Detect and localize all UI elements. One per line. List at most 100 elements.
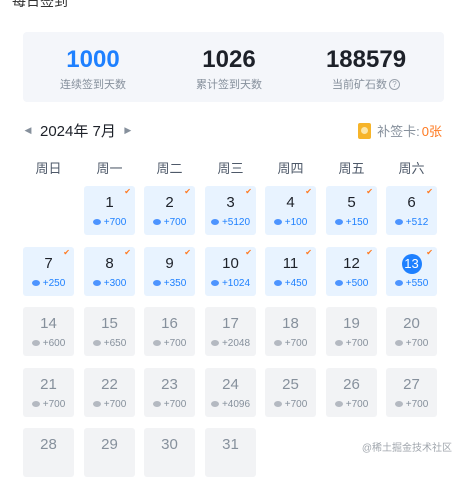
day-number: 19 [343, 315, 360, 332]
day-cell[interactable]: 22 +700 [84, 368, 135, 417]
day-points: +500 [345, 278, 369, 289]
ore-icon [31, 401, 40, 407]
makeup-card[interactable]: 补签卡: 0张 [358, 121, 442, 140]
next-month-icon[interactable]: ▶ [122, 125, 134, 136]
day-points: +450 [284, 278, 308, 289]
day-number: 6 [407, 194, 416, 211]
makeup-card-count: 0张 [421, 124, 442, 139]
day-cell[interactable]: 14 +600 [23, 307, 74, 356]
check-icon: ✔ [245, 248, 252, 257]
day-cell[interactable]: 18 +700 [265, 307, 316, 356]
day-number: 28 [40, 436, 57, 453]
ore-icon [394, 280, 403, 286]
day-cell[interactable]: 8 +300 ✔ [84, 247, 135, 296]
check-icon: ✔ [245, 187, 252, 196]
ore-icon [210, 280, 219, 286]
day-number: 7 [44, 255, 53, 272]
day-cell[interactable]: 7 +250 ✔ [23, 247, 74, 296]
weekday-label: 周三 [217, 161, 244, 176]
ore-icon [273, 280, 282, 286]
day-number: 8 [105, 255, 114, 272]
day-number: 4 [286, 194, 295, 211]
weekday-label: 周六 [398, 161, 425, 176]
ore-icon [152, 401, 161, 407]
day-points: +300 [103, 278, 127, 289]
ore-icon [273, 340, 282, 346]
day-cell[interactable]: 1 +700 ✔ [84, 186, 135, 235]
day-cell[interactable]: 24 +4096 [205, 368, 256, 417]
weekday-label: 周二 [156, 161, 183, 176]
day-number: 23 [161, 376, 178, 393]
day-cell[interactable]: 15 +650 [84, 307, 135, 356]
ore-icon [394, 401, 403, 407]
day-cell[interactable]: 16 +700 [144, 307, 195, 356]
day-number: 3 [226, 194, 235, 211]
ore-icon [273, 401, 282, 407]
day-cell[interactable]: 10 +1024 ✔ [205, 247, 256, 296]
check-icon: ✔ [184, 248, 191, 257]
day-number: 30 [161, 436, 178, 453]
day-number: 31 [222, 436, 239, 453]
day-cell[interactable]: 5 +150 ✔ [326, 186, 377, 235]
ore-icon [92, 340, 101, 346]
day-cell[interactable]: 2 +700 ✔ [144, 186, 195, 235]
today-badge: 13 [401, 254, 422, 274]
day-cell[interactable]: 27 +700 [386, 368, 437, 417]
day-cell[interactable]: 26 +700 [326, 368, 377, 417]
day-points: +700 [345, 338, 369, 349]
day-cell[interactable]: 28 [23, 428, 74, 477]
day-cell[interactable]: 6 +512 ✔ [386, 186, 437, 235]
day-number: 25 [282, 376, 299, 393]
day-number: 10 [222, 255, 239, 272]
day-cell[interactable]: 17 +2048 [205, 307, 256, 356]
day-cell[interactable]: 31 [205, 428, 256, 477]
day-cell[interactable]: 9 +350 ✔ [144, 247, 195, 296]
ore-icon [31, 340, 40, 346]
check-icon: ✔ [305, 187, 312, 196]
day-points: +250 [42, 278, 66, 289]
day-cell[interactable]: 4 +100 ✔ [265, 186, 316, 235]
day-points: +4096 [221, 399, 251, 410]
check-icon: ✔ [426, 187, 433, 196]
day-cell[interactable]: 13 +550 ✔ [386, 247, 437, 296]
day-points: +512 [405, 217, 429, 228]
stat-label: 连续签到天数 [60, 79, 126, 91]
ore-icon [334, 340, 343, 346]
day-cell[interactable]: 25 +700 [265, 368, 316, 417]
day-number: 16 [161, 315, 178, 332]
day-cell[interactable]: 20 +700 [386, 307, 437, 356]
day-cell[interactable]: 29 [84, 428, 135, 477]
day-cell[interactable]: 12 +500 ✔ [326, 247, 377, 296]
day-cell[interactable]: 11 +450 ✔ [265, 247, 316, 296]
ore-icon [210, 340, 219, 346]
check-icon: ✔ [366, 187, 373, 196]
ore-icon [210, 219, 219, 225]
check-icon: ✔ [366, 248, 373, 257]
day-points: +700 [284, 399, 308, 410]
ore-icon [152, 340, 161, 346]
check-icon: ✔ [305, 248, 312, 257]
stat-value: 1026 [202, 46, 256, 73]
help-icon[interactable]: ? [389, 79, 400, 90]
day-number: 12 [343, 255, 360, 272]
day-cell[interactable]: 23 +700 [144, 368, 195, 417]
weekday-label: 周日 [35, 161, 62, 176]
check-icon: ✔ [124, 187, 131, 196]
month-label: 2024年 7月 [40, 122, 116, 140]
prev-month-icon[interactable]: ◀ [22, 125, 34, 136]
day-cell[interactable]: 3 +5120 ✔ [205, 186, 256, 235]
day-points: +700 [405, 338, 429, 349]
stat-consecutive: 1000 连续签到天数 [43, 46, 143, 92]
day-points: +1024 [221, 278, 251, 289]
day-cell[interactable]: 21 +700 [23, 368, 74, 417]
day-points: +650 [103, 338, 127, 349]
weekday-label: 周五 [338, 161, 365, 176]
ore-icon [152, 219, 161, 225]
day-cell[interactable]: 30 [144, 428, 195, 477]
day-number: 15 [101, 315, 118, 332]
day-points: +700 [163, 399, 187, 410]
stat-ore: 188579 当前矿石数? [306, 46, 426, 92]
day-cell[interactable]: 19 +700 [326, 307, 377, 356]
ore-icon [394, 340, 403, 346]
ore-icon [394, 219, 403, 225]
